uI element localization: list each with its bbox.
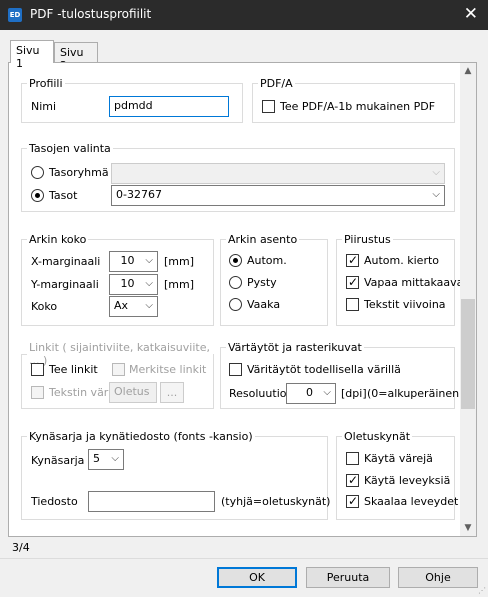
make-links-label: Tee linkit	[49, 363, 98, 376]
scale-widths-checkbox[interactable]: ✓	[346, 494, 359, 508]
scrollbar-thumb[interactable]	[461, 299, 475, 409]
orientation-landscape-radio[interactable]	[229, 298, 242, 311]
orientation-legend: Arkin asento	[228, 233, 298, 246]
orientation-landscape-label: Vaaka	[247, 298, 281, 311]
chevron-down-icon: ⌵	[145, 278, 153, 289]
title-bar: ED PDF -tulostusprofiilit ✕	[0, 0, 488, 30]
chevron-down-icon: ⌵	[111, 453, 119, 464]
layers-select[interactable]: 0-32767 ⌵	[111, 185, 445, 206]
layer-group-select[interactable]: ⌵	[111, 163, 445, 184]
y-margin-label: Y-marginaali	[31, 278, 99, 291]
true-colors-label: Väritäytöt todellisella värillä	[247, 363, 401, 376]
app-icon: ED	[8, 8, 22, 22]
ok-button[interactable]: OK	[217, 567, 297, 588]
tab-sivu-2[interactable]: Sivu 2	[54, 42, 98, 72]
auto-rotate-checkbox[interactable]: ✓	[346, 253, 359, 267]
pen-set-select[interactable]: 5 ⌵	[88, 449, 124, 470]
pen-set-legend: Kynäsarja ja kynätiedosto (fonts -kansio…	[29, 430, 253, 443]
use-colors-checkbox[interactable]	[346, 452, 359, 465]
text-color-browse-button[interactable]: ...	[160, 382, 184, 403]
resolution-hint: (0=alkuperäinen)	[367, 387, 460, 400]
mark-links-checkbox[interactable]	[112, 363, 125, 376]
orientation-portrait-label: Pysty	[247, 276, 277, 289]
tab-panel: Profiili Nimi pdmdd PDF/A Tee PDF/A-1b m…	[8, 62, 477, 537]
x-margin-select[interactable]: 10 ⌵	[109, 251, 158, 272]
help-button[interactable]: Ohje	[398, 567, 478, 588]
y-margin-value: 10	[120, 277, 135, 290]
vertical-scrollbar[interactable]: ▲ ▼	[460, 63, 476, 536]
use-colors-label: Käytä värejä	[364, 452, 433, 465]
text-color-label: Tekstin väri	[49, 386, 112, 399]
chevron-down-icon: ⌵	[432, 189, 440, 200]
profile-legend: Profiili	[29, 77, 63, 90]
layer-group-label: Tasoryhmä	[49, 166, 109, 179]
orientation-portrait-radio[interactable]	[229, 276, 242, 289]
true-colors-checkbox[interactable]	[229, 363, 242, 376]
drawing-legend: Piirustus	[344, 233, 391, 246]
settings-scroll-area: Profiili Nimi pdmdd PDF/A Tee PDF/A-1b m…	[9, 63, 460, 536]
chevron-down-icon: ⌵	[145, 255, 153, 266]
close-icon[interactable]: ✕	[464, 4, 478, 24]
x-margin-unit: [mm]	[164, 255, 195, 268]
pen-file-input[interactable]	[88, 491, 215, 512]
color-fills-legend: Värtäytöt ja rasterikuvat	[228, 341, 362, 354]
window-title: PDF -tulostusprofiilit	[30, 7, 152, 21]
size-value: Ax	[114, 299, 129, 312]
x-margin-label: X-marginaali	[31, 255, 101, 268]
orientation-auto-label: Autom.	[247, 254, 287, 267]
name-label: Nimi	[31, 100, 57, 113]
y-margin-unit: [mm]	[164, 278, 195, 291]
tab-sivu-1[interactable]: Sivu 1	[10, 40, 54, 70]
resize-grip-icon[interactable]: ⋰	[478, 586, 486, 595]
chevron-down-icon: ⌵	[145, 300, 153, 311]
scroll-down-icon[interactable]: ▼	[460, 520, 476, 536]
layer-selection-legend: Tasojen valinta	[29, 142, 111, 155]
pen-set-label: Kynäsarja	[31, 454, 85, 467]
page-indicator: 3/4	[12, 541, 30, 554]
size-select[interactable]: Ax ⌵	[109, 296, 158, 317]
text-as-lines-label: Tekstit viivoina	[364, 298, 446, 311]
pdfa-legend: PDF/A	[260, 77, 293, 90]
layers-label: Tasot	[49, 189, 78, 202]
text-color-checkbox[interactable]	[31, 386, 44, 399]
make-links-checkbox[interactable]	[31, 363, 44, 376]
free-scale-checkbox[interactable]: ✓	[346, 275, 359, 289]
scale-widths-label: Skaalaa leveydet	[364, 495, 459, 508]
pen-file-hint: (tyhjä=oletuskynät)	[221, 495, 331, 508]
pdfa-checkbox-label: Tee PDF/A-1b mukainen PDF	[280, 100, 436, 113]
layers-value: 0-32767	[116, 188, 162, 201]
name-input[interactable]: pdmdd	[109, 96, 229, 117]
chevron-down-icon: ⌵	[432, 167, 440, 178]
mark-links-label: Merkitse linkit	[129, 363, 207, 376]
pen-set-value: 5	[93, 452, 100, 465]
scroll-up-icon[interactable]: ▲	[460, 63, 476, 79]
resolution-select[interactable]: 0 ⌵	[286, 383, 336, 404]
resolution-unit: [dpi]	[341, 387, 367, 400]
layers-radio[interactable]	[31, 189, 44, 202]
text-color-select[interactable]: Oletus	[109, 382, 157, 403]
resolution-label: Resoluutio	[229, 387, 287, 400]
text-as-lines-checkbox[interactable]	[346, 298, 359, 311]
cancel-button[interactable]: Peruuta	[306, 567, 390, 588]
size-label: Koko	[31, 300, 58, 313]
pdfa-checkbox[interactable]	[262, 100, 275, 113]
use-widths-checkbox[interactable]: ✓	[346, 473, 359, 487]
auto-rotate-label: Autom. kierto	[364, 254, 440, 267]
x-margin-value: 10	[120, 254, 135, 267]
footer-divider	[0, 558, 488, 559]
resolution-value: 0	[306, 386, 313, 399]
pen-file-label: Tiedosto	[31, 495, 78, 508]
default-pens-legend: Oletuskynät	[344, 430, 411, 443]
layer-group-radio[interactable]	[31, 166, 44, 179]
free-scale-label: Vapaa mittakaava	[364, 276, 460, 289]
sheet-size-legend: Arkin koko	[29, 233, 87, 246]
orientation-auto-radio[interactable]	[229, 254, 242, 267]
y-margin-select[interactable]: 10 ⌵	[109, 274, 158, 295]
use-widths-label: Käytä leveyksiä	[364, 474, 451, 487]
chevron-down-icon: ⌵	[323, 387, 331, 398]
